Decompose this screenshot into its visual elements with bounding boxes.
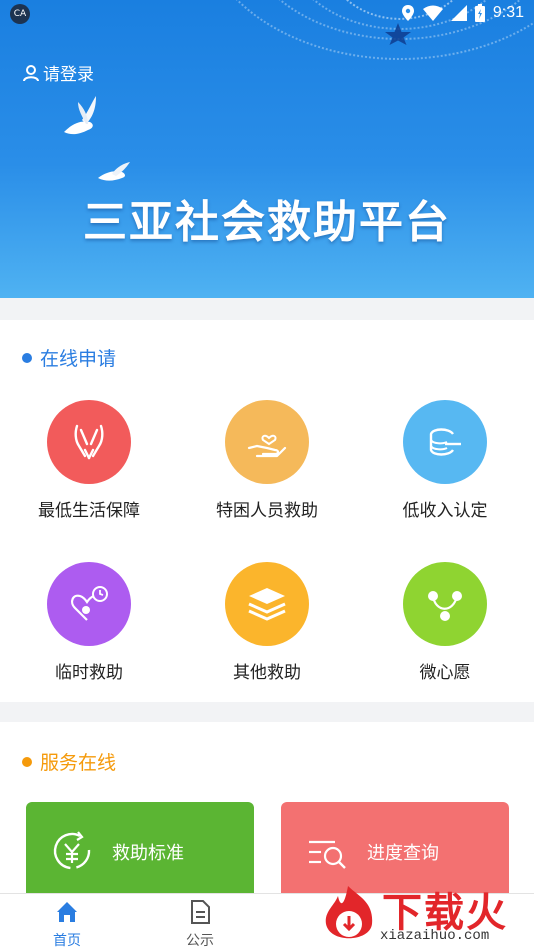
nav-label: 公示 [186, 933, 214, 949]
document-icon [191, 900, 210, 924]
hand-heart-icon [247, 434, 287, 458]
apply-item-micro-wish[interactable]: 微心愿 [356, 562, 534, 683]
online-apply-section: 在线申请 最低生活保障 特困人员救助 低收入认定 临时救助 其他救助 微心愿 [0, 320, 534, 702]
card-aid-standard[interactable]: 救助标准 [26, 802, 254, 902]
clock: 9:31 [492, 4, 524, 21]
nav-home[interactable]: 首页 [27, 900, 107, 950]
nav-announcement[interactable]: 公示 [160, 900, 240, 950]
apply-item-low-income[interactable]: 低收入认定 [356, 400, 534, 521]
item-circle [47, 400, 131, 484]
item-circle [403, 400, 487, 484]
section-dot [22, 756, 32, 767]
item-label: 特困人员救助 [216, 501, 318, 521]
section-title: 在线申请 [40, 348, 117, 370]
item-label: 其他救助 [233, 663, 301, 683]
dove-icon [98, 162, 130, 181]
page-title: 三亚社会救助平台 [83, 197, 451, 248]
app-badge-icon: CA [10, 4, 30, 24]
card-label: 救助标准 [112, 843, 184, 864]
online-apply-header: 在线申请 [22, 344, 116, 371]
login-label: 请登录 [43, 65, 94, 85]
location-icon [401, 5, 414, 21]
nav-label: 首页 [53, 933, 81, 949]
section-title: 服务在线 [40, 752, 117, 774]
signal-icon [450, 5, 467, 21]
header-banner: CA 9:31 请登录 三亚社会救助平台 [0, 0, 534, 298]
user-icon [23, 64, 39, 81]
card-label: 进度查询 [367, 843, 439, 864]
watermark: 下载火 xiazaihuo.com [318, 880, 534, 950]
wifi-icon [422, 5, 443, 21]
apply-item-minimum-living[interactable]: 最低生活保障 [0, 400, 178, 521]
status-bar: CA 9:31 [0, 0, 534, 28]
item-circle [225, 400, 309, 484]
home-icon [57, 902, 77, 922]
hands-icon [74, 424, 104, 460]
dove-icon [64, 96, 96, 135]
apply-item-temporary-aid[interactable]: 临时救助 [0, 562, 178, 683]
item-label: 低收入认定 [402, 501, 488, 521]
flame-logo-icon [325, 886, 373, 939]
item-label: 微心愿 [419, 663, 471, 683]
item-circle [403, 562, 487, 646]
login-link[interactable]: 请登录 [22, 60, 94, 85]
network-icon [428, 591, 462, 621]
yen-refresh-icon [50, 830, 94, 874]
section-dot [22, 352, 32, 363]
watermark-url: xiazaihuo.com [380, 928, 490, 944]
coins-icon [429, 428, 461, 456]
item-label: 临时救助 [55, 663, 123, 683]
apply-item-other-aid[interactable]: 其他救助 [178, 562, 356, 683]
heart-clock-icon [71, 586, 108, 621]
service-online-header: 服务在线 [22, 748, 116, 775]
item-label: 最低生活保障 [38, 501, 140, 521]
layers-icon [248, 588, 286, 621]
service-online-section: 服务在线 救助标准 进度查询 [0, 722, 534, 902]
battery-icon [474, 4, 485, 22]
apply-item-destitute-support[interactable]: 特困人员救助 [178, 400, 356, 521]
item-circle [47, 562, 131, 646]
item-circle [225, 562, 309, 646]
search-list-icon [305, 830, 349, 874]
